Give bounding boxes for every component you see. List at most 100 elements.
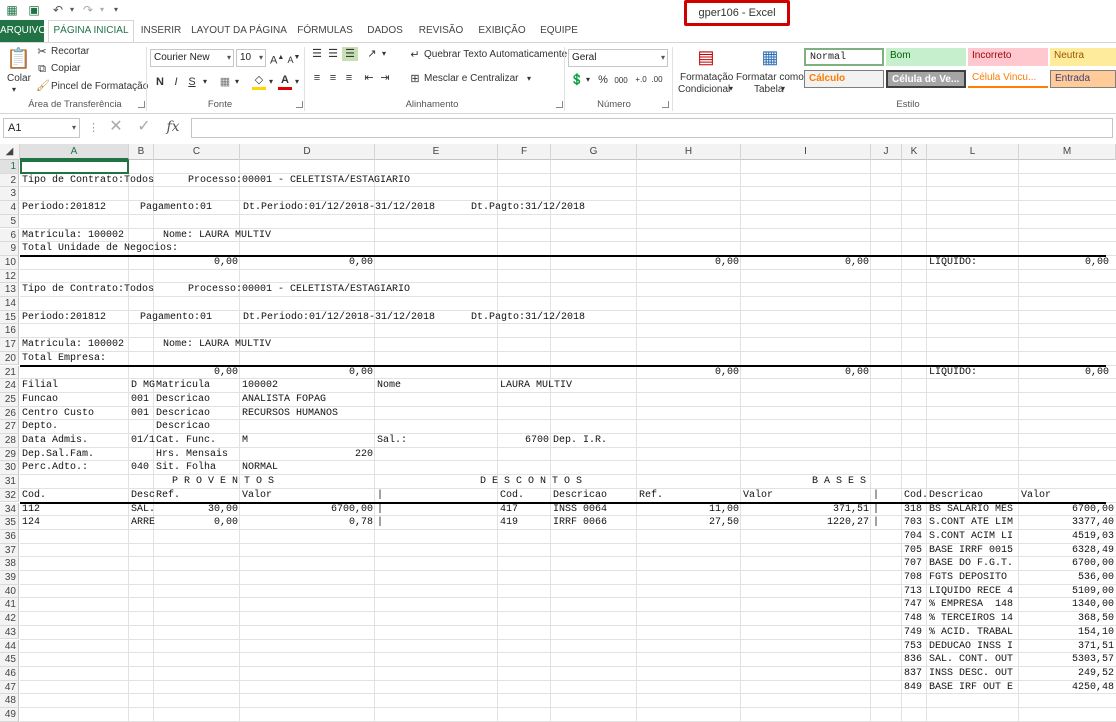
row-header[interactable]: 43: [0, 625, 19, 640]
base-code-cell[interactable]: 749: [904, 626, 925, 640]
bold-button[interactable]: N: [154, 75, 166, 89]
cell[interactable]: 318: [904, 503, 925, 517]
cell[interactable]: |: [377, 503, 393, 517]
base-code-cell[interactable]: 748: [904, 612, 925, 626]
cell[interactable]: 220: [242, 448, 373, 462]
decrease-decimal-icon[interactable]: .00: [650, 73, 664, 87]
borders-dropdown-icon[interactable]: ▾: [232, 75, 242, 89]
base-code-cell[interactable]: 837: [904, 667, 925, 681]
base-description-cell[interactable]: % EMPRESA 148: [929, 598, 1017, 612]
row-header[interactable]: 6: [0, 228, 19, 243]
style-neutra[interactable]: Neutra: [1050, 48, 1116, 66]
row-header[interactable]: 26: [0, 406, 19, 421]
base-description-cell[interactable]: DEDUCAO INSS I: [929, 640, 1017, 654]
save-icon[interactable]: ▣: [26, 2, 42, 18]
cell[interactable]: RECURSOS HUMANOS: [242, 407, 373, 421]
base-value-cell[interactable]: 5109,00: [1021, 585, 1114, 599]
cell[interactable]: 6700,00: [242, 503, 373, 517]
cell[interactable]: Dep. I.R.: [553, 434, 635, 448]
row-header[interactable]: 4: [0, 201, 19, 215]
row-header[interactable]: 1: [0, 160, 19, 174]
row-header[interactable]: 5: [0, 214, 19, 229]
base-code-cell[interactable]: 836: [904, 653, 925, 667]
base-value-cell[interactable]: 5303,57: [1021, 653, 1114, 667]
row-header[interactable]: 37: [0, 543, 19, 558]
section-title-proventos[interactable]: P R O V E N T O S: [172, 475, 298, 489]
total-value-cell[interactable]: 0,00: [743, 256, 869, 270]
cell[interactable]: 0,78: [242, 516, 373, 530]
cell[interactable]: Sal.:: [377, 434, 496, 448]
cell[interactable]: Cod.: [22, 489, 127, 503]
cell[interactable]: 100002: [242, 379, 373, 393]
tab-dados[interactable]: DADOS: [362, 20, 408, 42]
column-header[interactable]: D: [240, 144, 375, 160]
tab-inserir[interactable]: INSERIR: [138, 20, 184, 42]
total-value-cell[interactable]: 0,00: [639, 256, 739, 270]
section-title-descontos[interactable]: D E S C O N T O S: [480, 475, 606, 489]
row-header[interactable]: 21: [0, 365, 19, 380]
tab-exibicao[interactable]: EXIBIÇÃO: [474, 20, 530, 42]
paste-dropdown-icon[interactable]: ▾: [12, 85, 16, 94]
cell[interactable]: |: [873, 503, 889, 517]
cell[interactable]: |: [377, 489, 393, 503]
tab-formulas[interactable]: FÓRMULAS: [294, 20, 356, 42]
period-cell[interactable]: Periodo:201812: [22, 201, 128, 215]
thousands-button[interactable]: 000: [612, 74, 630, 88]
format-as-table-button[interactable]: Formatar como: [736, 72, 804, 83]
payment-cell[interactable]: Pagamento:01: [140, 311, 236, 325]
cell[interactable]: Ref.: [156, 489, 238, 503]
fill-color-icon[interactable]: ◇: [252, 73, 266, 90]
column-header[interactable]: M: [1019, 144, 1116, 160]
number-format-select[interactable]: Geral ▾: [568, 49, 668, 67]
column-header[interactable]: F: [498, 144, 551, 160]
cell[interactable]: BS SALARIO MES: [929, 503, 1017, 517]
contract-type-cell[interactable]: Tipo de Contrato:Todos: [22, 283, 188, 297]
cell[interactable]: Desc: [131, 489, 155, 503]
cell[interactable]: Cod.: [904, 489, 928, 503]
align-center-icon[interactable]: ≡: [326, 71, 340, 85]
total-value-cell[interactable]: 0,00: [242, 256, 373, 270]
wrap-text-button[interactable]: Quebrar Texto Automaticamente: [424, 49, 567, 60]
format-painter-icon[interactable]: 🖌: [36, 79, 50, 93]
cell[interactable]: Valor: [1021, 489, 1114, 503]
cell[interactable]: Perc.Adto.:: [22, 461, 127, 475]
cell[interactable]: 419: [500, 516, 549, 530]
tab-pagina-inicial[interactable]: PÁGINA INICIAL: [48, 20, 134, 42]
style-calculo[interactable]: Cálculo: [804, 70, 884, 88]
selected-cell[interactable]: [20, 160, 129, 174]
column-header[interactable]: L: [927, 144, 1019, 160]
tab-layout-da-pagina[interactable]: LAYOUT DA PÁGINA: [190, 20, 288, 42]
base-description-cell[interactable]: BASE IRF OUT E: [929, 681, 1017, 695]
cell[interactable]: Ref.: [639, 489, 739, 503]
base-description-cell[interactable]: LIQUIDO RECE 4: [929, 585, 1017, 599]
row-header[interactable]: 44: [0, 639, 19, 654]
base-code-cell[interactable]: 708: [904, 571, 925, 585]
format-painter-button[interactable]: Pincel de Formatação: [51, 81, 148, 92]
cell[interactable]: IRRF 0066: [553, 516, 635, 530]
row-header[interactable]: 46: [0, 666, 19, 681]
cell[interactable]: SAL.: [131, 503, 155, 517]
conditional-dropdown-icon[interactable]: ▾: [729, 84, 733, 93]
cell[interactable]: Descricao: [156, 420, 238, 434]
style-normal[interactable]: Normal: [804, 48, 884, 66]
align-top-icon[interactable]: ☰: [310, 47, 324, 61]
row-header[interactable]: 30: [0, 461, 19, 476]
enter-icon[interactable]: ✓: [136, 119, 152, 135]
font-size-select[interactable]: 10 ▾: [236, 49, 266, 67]
base-value-cell[interactable]: 368,50: [1021, 612, 1114, 626]
format-as-table-label[interactable]: Tabela: [754, 84, 783, 95]
cut-button[interactable]: Recortar: [51, 46, 89, 57]
row-header[interactable]: 40: [0, 584, 19, 599]
cell[interactable]: Funcao: [22, 393, 127, 407]
base-description-cell[interactable]: BASE IRRF 0015: [929, 544, 1017, 558]
base-code-cell[interactable]: 704: [904, 530, 925, 544]
cell[interactable]: 6700,00: [1021, 503, 1114, 517]
formula-input[interactable]: [191, 118, 1113, 138]
style-entrada[interactable]: Entrada: [1050, 70, 1116, 88]
percent-button[interactable]: %: [596, 73, 610, 87]
total-value-cell[interactable]: 0,00: [639, 366, 739, 380]
period-cell[interactable]: Periodo:201812: [22, 311, 128, 325]
align-right-icon[interactable]: ≡: [342, 71, 356, 85]
total-value-cell[interactable]: 0,00: [743, 366, 869, 380]
base-value-cell[interactable]: 6328,49: [1021, 544, 1114, 558]
